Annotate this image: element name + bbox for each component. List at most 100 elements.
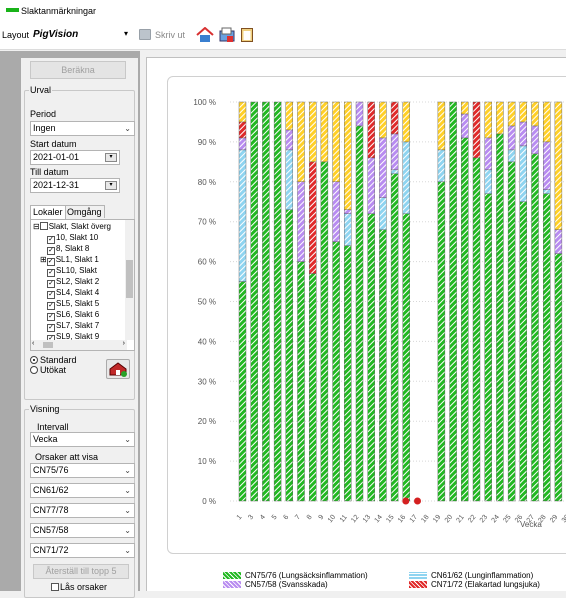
bar-segment (344, 101, 352, 210)
sidebar: Beräkna Urval Period Ingen ⌄ Start datum … (0, 51, 140, 598)
bar-segment (238, 101, 247, 123)
checkbox[interactable]: ✓ (47, 236, 55, 244)
tab-lokaler[interactable]: Lokaler (30, 205, 66, 219)
start-date-field[interactable]: 2021-01-01 ▾ (30, 150, 120, 165)
period-select[interactable]: Ingen ⌄ (30, 121, 135, 136)
bar-segment (519, 101, 527, 123)
legend-swatch (409, 572, 427, 579)
layout-select[interactable]: PigVision (33, 29, 78, 40)
bar-segment (238, 121, 247, 139)
checkbox[interactable]: ✓ (47, 280, 55, 288)
clipboard-icon[interactable] (241, 27, 253, 42)
start-date-label: Start datum (30, 139, 77, 149)
print-button[interactable]: Skriv ut (155, 30, 185, 40)
lokaler-tree: ⊟ Slakt, Slakt överg ✓ 10, Slakt 10 ✓ 8, Sl… (30, 219, 135, 351)
checkbox[interactable]: ✓ (47, 324, 55, 332)
x-tick-label: 24 (491, 514, 501, 525)
bar-segment (519, 145, 527, 202)
tree-item[interactable]: ⊟ Slakt, Slakt överg (33, 222, 111, 233)
chevron-down-icon[interactable]: ▾ (124, 29, 128, 38)
y-tick-label: 0 % (202, 497, 216, 506)
x-tick-label: 19 (432, 514, 442, 525)
checkbox[interactable]: ✓ (47, 313, 55, 321)
report-icon[interactable] (219, 27, 235, 43)
y-tick-label: 20 % (198, 417, 216, 426)
tree-item[interactable]: ✓ 10, Slakt 10 (47, 233, 98, 244)
calendar-icon[interactable]: ▾ (105, 153, 117, 162)
orsak-value: CN75/76 (33, 465, 69, 475)
radio-standard[interactable]: Standard (30, 355, 77, 365)
bar-segment (379, 229, 387, 502)
chevron-down-icon: ⌄ (124, 124, 131, 133)
scroll-thumb[interactable] (43, 342, 53, 348)
orsak-select-2[interactable]: CN61/62 ⌄ (30, 483, 135, 498)
chevron-left-icon[interactable]: ‹ (32, 340, 34, 347)
bar-segment (531, 125, 539, 155)
tree-item[interactable]: ✓ SL2, Slakt 2 (47, 277, 99, 288)
legend-item: CN61/62 (Lunginflammation) (409, 571, 533, 580)
tree-item[interactable]: ✓ 8, Slakt 8 (47, 244, 89, 255)
berakna-button[interactable]: Beräkna (30, 61, 126, 79)
bar-segment (238, 149, 247, 282)
bar-segment (332, 101, 340, 183)
radio-button[interactable] (30, 366, 38, 374)
tree-item-label: SL1, Slakt 1 (55, 255, 99, 264)
bar-segment (297, 101, 305, 183)
y-tick-label: 100 % (193, 98, 216, 107)
radio-button[interactable] (30, 356, 38, 364)
bar-segment (344, 213, 352, 246)
reset-top5-button[interactable]: Återställ till topp 5 (33, 564, 129, 579)
bar-segment (367, 101, 375, 159)
bar-segment (496, 101, 504, 135)
zero-marker (402, 497, 410, 505)
x-tick-label: 12 (350, 514, 360, 525)
tree-item[interactable]: ⊞✓ SL1, Slakt 1 (40, 255, 99, 266)
home-icon[interactable] (196, 27, 214, 43)
toolbar: Layout PigVision ▾ Skriv ut (0, 22, 566, 50)
printer-icon (139, 29, 151, 40)
chart-area: 0 % 10 % 20 % 30 % 40 % 50 % 60 % 70 % 80 % 90 % 1… (146, 57, 566, 591)
legend-label: CN71/72 (Elakartad lungsjuka) (431, 580, 540, 589)
tab-omgang[interactable]: Omgång (64, 205, 105, 218)
orsak-select-3[interactable]: CN77/78 ⌄ (30, 503, 135, 518)
chevron-down-icon: ⌄ (124, 526, 131, 535)
checkbox[interactable]: ✓ (47, 247, 55, 255)
tree-item[interactable]: ✓ SL5, Slakt 5 (47, 299, 99, 310)
tree-hscrollbar[interactable]: ‹ › (31, 340, 127, 350)
bar-segment (367, 213, 375, 502)
checkbox[interactable] (39, 222, 48, 230)
bar-segment (543, 189, 551, 194)
checkbox[interactable] (51, 583, 59, 591)
checkbox[interactable]: ✓ (47, 291, 55, 299)
chevron-down-icon: ⌄ (124, 486, 131, 495)
tree-item-label: Slakt, Slakt överg (48, 222, 111, 231)
chart: 0 % 10 % 20 % 30 % 40 % 50 % 60 % 70 % 80 % 90 % 1… (193, 98, 566, 529)
calendar-icon[interactable]: ▾ (105, 181, 117, 190)
scroll-thumb[interactable] (126, 260, 133, 298)
x-tick-label: 7 (294, 514, 302, 522)
tree-item[interactable]: ✓ SL6, Slakt 6 (47, 310, 99, 321)
chevron-down-icon: ⌄ (124, 506, 131, 515)
checkbox[interactable]: ✓ (46, 258, 55, 266)
orsak-select-5[interactable]: CN71/72 ⌄ (30, 543, 135, 558)
checkbox[interactable]: ✓ (47, 302, 55, 310)
intervall-select[interactable]: Vecka ⌄ (30, 432, 135, 447)
orsak-select-4[interactable]: CN57/58 ⌄ (30, 523, 135, 538)
tree-item[interactable]: ✓ SL10, Slakt (47, 266, 97, 277)
bar-segment (472, 157, 481, 502)
bar-segment (390, 173, 399, 502)
tree-scrollbar[interactable] (125, 220, 134, 340)
radio-utokat[interactable]: Utökat (30, 365, 66, 375)
legend-swatch (409, 581, 427, 588)
tree-item[interactable]: ✓ SL4, Slakt 4 (47, 288, 99, 299)
visning-group: Visning Intervall Vecka ⌄ Orsaker att vis… (24, 404, 135, 598)
till-date-field[interactable]: 2021-12-31 ▾ (30, 178, 120, 193)
orsak-select-1[interactable]: CN75/76 ⌄ (30, 463, 135, 478)
tree-item-label: SL10, Slakt (56, 266, 97, 275)
chevron-right-icon[interactable]: › (123, 340, 125, 347)
bar-segment (496, 133, 504, 502)
farm-button[interactable] (106, 359, 130, 379)
checkbox[interactable]: ✓ (47, 269, 55, 277)
tree-item[interactable]: ✓ SL7, Slakt 7 (47, 321, 99, 332)
bar-segment (472, 101, 481, 159)
